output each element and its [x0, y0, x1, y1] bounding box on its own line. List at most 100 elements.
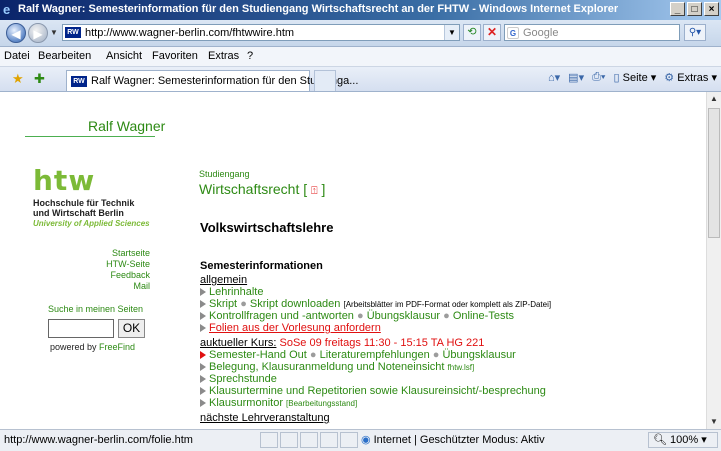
powered-by: powered by FreeFind — [50, 342, 135, 352]
maximize-button[interactable]: □ — [687, 2, 702, 16]
status-cell — [280, 432, 298, 448]
studiengang-link-icon[interactable]: ⍐ — [311, 185, 318, 197]
menu-ansicht[interactable]: Ansicht — [106, 50, 142, 62]
menu-datei[interactable]: Datei — [4, 50, 30, 62]
address-toolbar: ◀ ▶ ▼ RW http://www.wagner-berlin.com/fh… — [0, 20, 721, 47]
history-dropdown-icon[interactable]: ▼ — [50, 28, 58, 37]
bullet-icon — [200, 387, 206, 396]
bullet-icon — [200, 288, 206, 297]
add-favorites-icon[interactable]: ✚ — [34, 71, 45, 87]
link-uebungsklausur[interactable]: Übungsklausur — [367, 310, 440, 322]
status-cell — [300, 432, 318, 448]
print-icon[interactable]: ⎙▾ — [592, 71, 605, 84]
belegung-note[interactable]: fhtw.lsf] — [448, 363, 475, 372]
stop-button[interactable]: ✕ — [483, 24, 501, 41]
semester-list: allgemein Lehrinhalte Skript ● Skript do… — [200, 274, 551, 424]
bullet-icon — [200, 300, 206, 309]
link-literatur[interactable]: Literaturempfehlungen — [320, 349, 430, 361]
page-menu-label: Seite — [622, 72, 648, 84]
menu-bar: Datei Bearbeiten Ansicht Favoriten Extra… — [0, 47, 721, 67]
scroll-down-icon[interactable]: ▼ — [707, 415, 721, 429]
status-text: http://www.wagner-berlin.com/folie.htm — [4, 434, 193, 446]
feeds-icon[interactable]: ▤▾ — [568, 71, 584, 84]
link-lehrinhalte[interactable]: Lehrinhalte — [209, 286, 263, 298]
studiengang-label: Studiengang — [199, 169, 250, 179]
scroll-up-icon[interactable]: ▲ — [707, 92, 721, 106]
powered-prefix: powered by — [50, 342, 97, 352]
naechste-heading: nächste Lehrveranstaltung — [200, 412, 330, 424]
site-favicon: RW — [65, 27, 81, 38]
link-kontrollfragen[interactable]: Kontrollfragen und -antworten — [209, 310, 354, 322]
separator-dot: ● — [309, 349, 317, 361]
studiengang-bracket: ] — [321, 181, 326, 197]
bullet-icon — [200, 399, 206, 408]
back-button[interactable]: ◀ — [6, 23, 26, 43]
link-klausurmonitor[interactable]: Klausurmonitor — [209, 397, 283, 409]
status-cell — [260, 432, 278, 448]
page-icon: ▯ — [613, 72, 620, 84]
link-online-tests[interactable]: Online-Tests — [453, 310, 514, 322]
globe-icon: ◉ — [361, 434, 371, 446]
vertical-scrollbar[interactable]: ▲ ▼ — [706, 92, 721, 429]
link-skript[interactable]: Skript — [209, 298, 237, 310]
htw-subtitle: Hochschule für Technik und Wirtschaft Be… — [33, 198, 134, 218]
zoom-icon: 🔍︎ — [653, 434, 667, 446]
separator-dot: ● — [443, 310, 450, 322]
search-button[interactable]: ⚲▾ — [684, 24, 706, 41]
link-klausurtermine[interactable]: Klausurtermine und Repetitorien sowie Kl… — [209, 385, 546, 397]
site-search-input[interactable] — [48, 319, 114, 338]
status-bar: http://www.wagner-berlin.com/folie.htm ◉… — [0, 429, 721, 451]
link-startseite[interactable]: Startseite — [106, 248, 150, 259]
link-htw-seite[interactable]: HTW-Seite — [106, 259, 150, 270]
refresh-button[interactable]: ⟲ — [463, 24, 481, 41]
course-title: Volkswirtschaftslehre — [200, 220, 334, 235]
link-skript-download[interactable]: Skript downloaden — [250, 298, 341, 310]
ie-logo-icon: e — [3, 2, 11, 17]
skript-note: [Arbeitsblätter im PDF-Format oder kompl… — [343, 300, 552, 309]
minimize-button[interactable]: _ — [670, 2, 685, 16]
site-search-button[interactable]: OK — [118, 319, 145, 338]
menu-extras[interactable]: Extras — [208, 50, 239, 62]
menu-bearbeiten[interactable]: Bearbeiten — [38, 50, 91, 62]
tools-menu-label: Extras — [677, 72, 709, 84]
security-zone[interactable]: ◉ Internet | Geschützter Modus: Aktiv — [361, 432, 545, 448]
kurs-info: SoSe 09 freitags 11:30 - 15:15 TA HG 221 — [279, 337, 485, 349]
forward-button[interactable]: ▶ — [28, 23, 48, 43]
tab-favicon: RW — [71, 76, 87, 87]
zoom-control[interactable]: 🔍︎ 100% ▾ — [648, 432, 718, 448]
home-icon[interactable]: ⌂▾ — [548, 71, 560, 84]
link-sprechstunde[interactable]: Sprechstunde — [209, 373, 277, 385]
studiengang-title: Wirtschaftsrecht [ ⍐ ] — [199, 181, 325, 198]
author-name[interactable]: Ralf Wagner — [88, 118, 165, 134]
address-dropdown-icon[interactable]: ▼ — [444, 25, 459, 40]
close-button[interactable]: × — [704, 2, 719, 16]
link-belegung[interactable]: Belegung, Klausuranmeldung und Noteneins… — [209, 361, 444, 373]
status-cell — [320, 432, 338, 448]
address-url[interactable]: http://www.wagner-berlin.com/fhtwwire.ht… — [85, 27, 294, 39]
search-box[interactable]: G Google — [504, 24, 680, 41]
separator-dot: ● — [432, 349, 440, 361]
scroll-thumb[interactable] — [708, 108, 720, 238]
favorites-star-icon[interactable]: ★ — [12, 71, 24, 87]
freefind-link[interactable]: FreeFind — [99, 342, 135, 352]
bullet-red-icon — [200, 351, 206, 360]
link-folien[interactable]: Folien aus der Vorlesung anfordern — [209, 322, 381, 334]
klausurmonitor-note: [Bearbeitungsstand] — [286, 399, 358, 408]
link-feedback[interactable]: Feedback — [106, 270, 150, 281]
link-semester-handout[interactable]: Semester-Hand Out — [209, 349, 307, 361]
new-tab-button[interactable] — [314, 70, 336, 91]
htw-subtitle-line2: und Wirtschaft Berlin — [33, 208, 124, 218]
menu-help[interactable]: ? — [247, 50, 253, 62]
status-cell — [340, 432, 358, 448]
aktueller-kurs-label: auktueller Kurs: — [200, 337, 277, 349]
search-placeholder[interactable]: Google — [523, 27, 558, 39]
link-mail[interactable]: Mail — [106, 281, 150, 292]
tab-current[interactable]: RW Ralf Wagner: Semesterinformation für … — [66, 70, 358, 91]
page-menu-button[interactable]: ▯ Seite ▾ — [614, 71, 657, 84]
link-uebungsklausur-2[interactable]: Übungsklausur — [442, 349, 515, 361]
menu-favoriten[interactable]: Favoriten — [152, 50, 198, 62]
separator-dot: ● — [357, 310, 364, 322]
tab-bar: ★ ✚ RW Ralf Wagner: Semesterinformation … — [0, 67, 721, 92]
tools-menu-button[interactable]: ⚙ Extras ▾ — [664, 71, 717, 84]
address-field[interactable]: RW http://www.wagner-berlin.com/fhtwwire… — [62, 24, 460, 41]
